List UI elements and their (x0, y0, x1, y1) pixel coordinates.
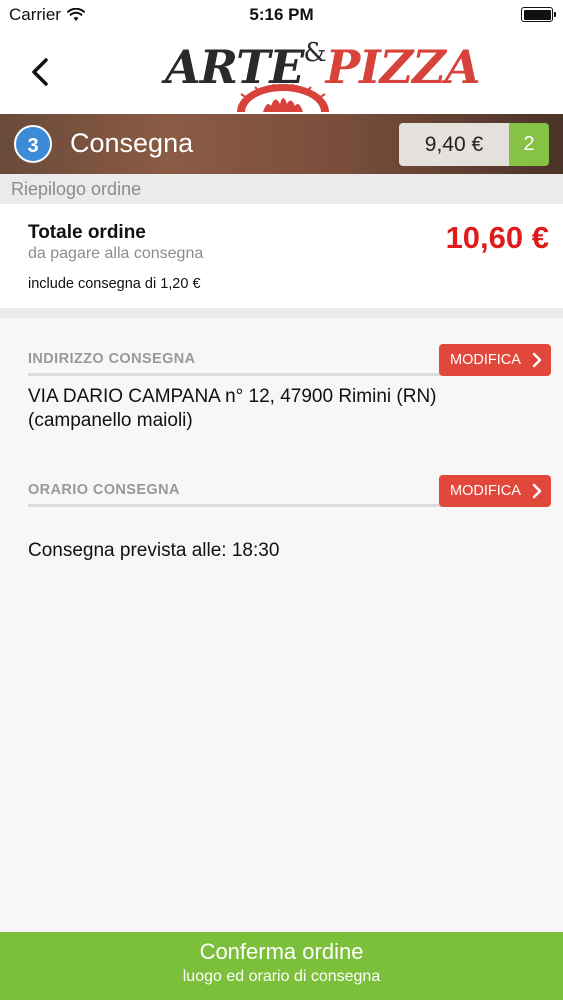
order-summary: Totale ordine da pagare alla consegna 10… (0, 204, 563, 308)
battery-fill (523, 9, 551, 20)
chevron-right-icon (532, 352, 542, 368)
brand-logo: ARTE&PIZZA (165, 38, 481, 112)
edit-time-button[interactable]: MODIFICA (439, 475, 551, 507)
back-button[interactable] (26, 52, 56, 92)
order-summary-heading: Riepilogo ordine (0, 174, 563, 204)
logo-pizza: PIZZA (325, 40, 481, 94)
nav-bar: ARTE&PIZZA (0, 30, 563, 114)
back-chevron-icon (32, 58, 48, 86)
address-line-1: VIA DARIO CAMPANA n° 12, 47900 Rimini (R… (28, 386, 437, 407)
edit-time-label: MODIFICA (450, 483, 521, 499)
delivery-eta: Consegna prevista alle: 18:30 (28, 540, 280, 561)
address-line-2: (campanello maioli) (28, 410, 193, 431)
logo-amp: & (303, 38, 326, 68)
delivery-address-value: VIA DARIO CAMPANA n° 12, 47900 Rimini (R… (28, 385, 528, 433)
delivery-address-label: INDIRIZZO CONSEGNA (28, 351, 196, 367)
cart-total: 9,40 € (399, 123, 509, 166)
status-time: 5:16 PM (249, 5, 314, 24)
order-total-amount: 10,60 € (445, 220, 549, 255)
chevron-right-icon (532, 483, 542, 499)
delivery-fee-note: include consegna di 1,20 € (28, 276, 201, 292)
confirm-order-title: Conferma ordine (199, 939, 364, 964)
delivery-time-label: ORARIO CONSEGNA (28, 482, 180, 498)
edit-address-button[interactable]: MODIFICA (439, 344, 551, 376)
battery-icon (521, 7, 556, 22)
cart-button[interactable]: 9,40 € 2 (399, 123, 549, 166)
delivery-address-underline (28, 373, 441, 376)
order-total-label: Totale ordine (28, 222, 146, 243)
confirm-order-subtitle: luogo ed orario di consegna (182, 968, 381, 985)
section-divider (0, 308, 563, 318)
oven-icon (237, 84, 329, 112)
step-number-badge: 3 (14, 125, 52, 163)
battery-tip (553, 12, 556, 17)
edit-address-label: MODIFICA (450, 352, 521, 368)
step-title: Consegna (70, 128, 194, 158)
cart-item-count: 2 (509, 123, 549, 166)
delivery-time-underline (28, 504, 441, 507)
confirm-order-button[interactable]: Conferma ordine luogo ed orario di conse… (0, 932, 563, 1000)
status-bar: Carrier 5:16 PM (0, 0, 563, 30)
order-total-subtitle: da pagare alla consegna (28, 245, 204, 262)
step-header: 3 Consegna 9,40 € 2 (0, 114, 563, 174)
